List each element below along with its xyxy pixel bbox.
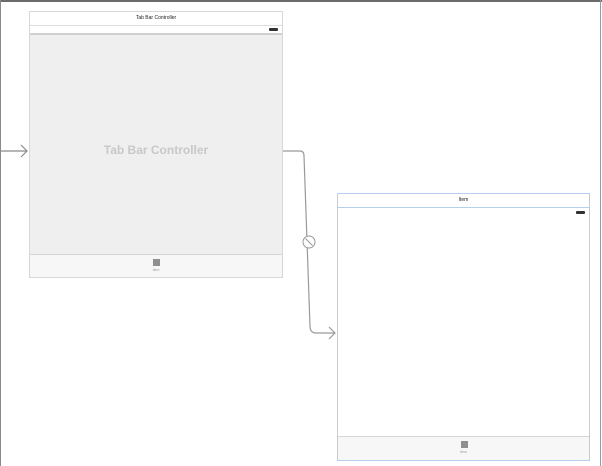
- tab-bar-controller-view[interactable]: Tab Bar Controller: [30, 35, 282, 255]
- scene-title: Tab Bar Controller: [30, 12, 282, 26]
- initial-entry-arrow[interactable]: [1, 144, 28, 158]
- scene-title: Item: [338, 194, 589, 208]
- tab-item-icon[interactable]: [153, 259, 160, 266]
- tab-bar-controller-scene[interactable]: Tab Bar Controller Tab Bar Controller It…: [29, 11, 283, 278]
- segue-relationship-icon[interactable]: [302, 235, 316, 249]
- tab-item-label[interactable]: Item: [338, 450, 589, 454]
- tab-bar[interactable]: Item: [30, 254, 282, 277]
- battery-icon: [576, 211, 585, 214]
- tab-item-icon[interactable]: [460, 441, 468, 448]
- tab-item-label[interactable]: Item: [30, 268, 282, 272]
- battery-icon: [269, 28, 278, 31]
- view-placeholder-label: Tab Bar Controller: [103, 143, 209, 157]
- tab-bar[interactable]: Item: [338, 436, 589, 460]
- item-scene[interactable]: Item Item: [337, 193, 590, 461]
